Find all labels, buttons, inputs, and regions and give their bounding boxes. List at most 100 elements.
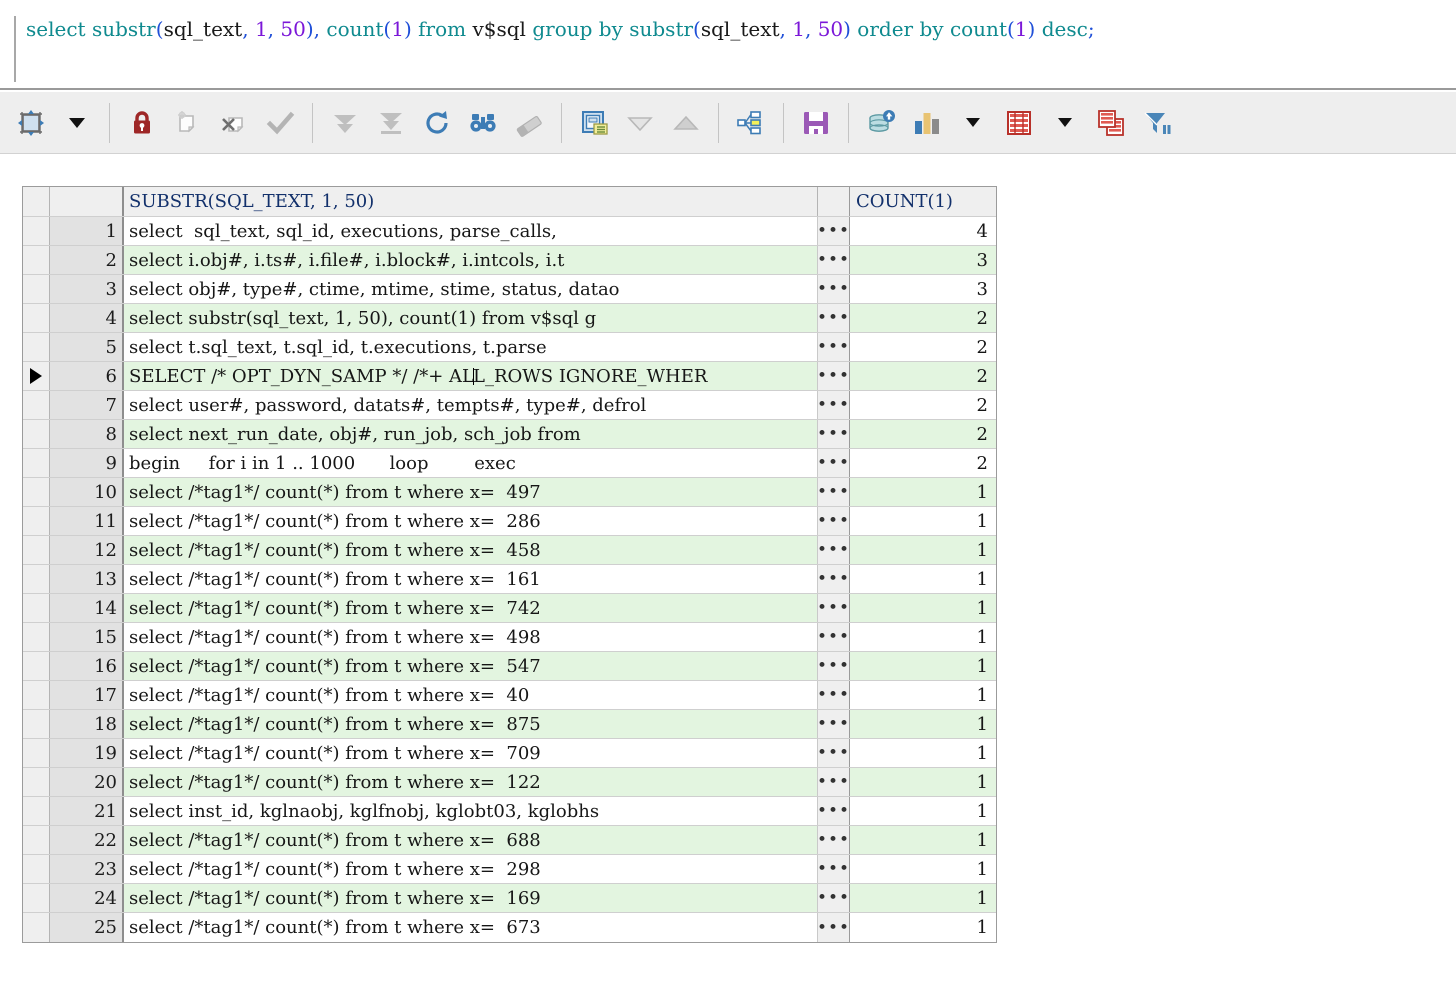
table-row[interactable]: 22 select /*tag1*/ count(*) from t where … [23,826,996,855]
row-marker-cell[interactable] [23,362,50,390]
grid-button[interactable] [996,100,1042,146]
fetch-next-page-button[interactable] [322,100,368,146]
cell-count[interactable]: 4 [850,217,996,245]
cell-count[interactable]: 1 [850,768,996,796]
row-marker-cell[interactable] [23,275,50,303]
cell-expand-ellipsis[interactable]: ••• [817,652,850,680]
row-number-cell[interactable]: 19 [50,739,124,767]
row-marker-cell[interactable] [23,246,50,274]
cell-sql-text[interactable]: select next_run_date, obj#, run_job, sch… [124,420,818,448]
row-number-cell[interactable]: 15 [50,623,124,651]
row-marker-cell[interactable] [23,391,50,419]
cell-sql-text[interactable]: SELECT /* OPT_DYN_SAMP */ /*+ AL L_ROWS I… [124,362,818,390]
cell-expand-ellipsis[interactable]: ••• [817,391,850,419]
row-number-cell[interactable]: 4 [50,304,124,332]
cell-sql-text[interactable]: select /*tag1*/ count(*) from t where x=… [124,565,818,593]
row-number-cell[interactable]: 16 [50,652,124,680]
cell-sql-text[interactable]: select obj#, type#, ctime, mtime, stime,… [124,275,818,303]
cell-expand-ellipsis[interactable]: ••• [817,217,850,245]
row-marker-cell[interactable] [23,565,50,593]
cell-expand-ellipsis[interactable]: ••• [817,565,850,593]
table-row[interactable]: 18 select /*tag1*/ count(*) from t where … [23,710,996,739]
table-row[interactable]: 2 select i.obj#, i.ts#, i.file#, i.block#… [23,246,996,275]
row-number-cell[interactable]: 25 [50,913,124,942]
table-row[interactable]: 8 select next_run_date, obj#, run_job, sc… [23,420,996,449]
cell-count[interactable]: 1 [850,565,996,593]
filter-button[interactable] [1134,100,1180,146]
row-number-cell[interactable]: 23 [50,855,124,883]
row-marker-cell[interactable] [23,739,50,767]
cell-count[interactable]: 1 [850,478,996,506]
cell-expand-ellipsis[interactable]: ••• [817,623,850,651]
row-marker-cell[interactable] [23,507,50,535]
cell-count[interactable]: 2 [850,304,996,332]
column-header-substr[interactable]: SUBSTR(SQL_TEXT, 1, 50) [124,187,818,216]
row-number-cell[interactable]: 7 [50,391,124,419]
cell-sql-text[interactable]: select /*tag1*/ count(*) from t where x=… [124,623,818,651]
cell-count[interactable]: 1 [850,681,996,709]
cell-count[interactable]: 1 [850,594,996,622]
cell-sql-text[interactable]: select inst_id, kglnaobj, kglfnobj, kglo… [124,797,818,825]
cell-expand-ellipsis[interactable]: ••• [817,304,850,332]
cell-sql-text[interactable]: select sql_text, sql_id, executions, par… [124,217,818,245]
cell-expand-ellipsis[interactable]: ••• [817,333,850,361]
table-row[interactable]: 23 select /*tag1*/ count(*) from t where … [23,855,996,884]
row-number-cell[interactable]: 10 [50,478,124,506]
sql-editor-pane[interactable]: select substr(sql_text, 1, 50), count(1)… [0,0,1456,90]
row-number-cell[interactable]: 24 [50,884,124,912]
chart-dropdown[interactable] [950,100,996,146]
cell-expand-ellipsis[interactable]: ••• [817,362,850,390]
row-number-cell[interactable]: 22 [50,826,124,854]
table-row[interactable]: 9 begin for i in 1 .. 1000 loop exec ••• 2 [23,449,996,478]
delete-record-button[interactable] [211,100,257,146]
table-row[interactable]: 19 select /*tag1*/ count(*) from t where … [23,739,996,768]
next-record-button[interactable] [617,100,663,146]
cell-sql-text[interactable]: select user#, password, datats#, tempts#… [124,391,818,419]
cell-expand-ellipsis[interactable]: ••• [817,797,850,825]
row-marker-cell[interactable] [23,797,50,825]
cell-expand-ellipsis[interactable]: ••• [817,536,850,564]
cell-sql-text[interactable]: select /*tag1*/ count(*) from t where x=… [124,536,818,564]
row-marker-cell[interactable] [23,217,50,245]
cell-sql-text[interactable]: select i.obj#, i.ts#, i.file#, i.block#,… [124,246,818,274]
row-number-cell[interactable]: 8 [50,420,124,448]
cell-expand-ellipsis[interactable]: ••• [817,594,850,622]
row-marker-cell[interactable] [23,768,50,796]
cell-expand-ellipsis[interactable]: ••• [817,768,850,796]
cell-count[interactable]: 2 [850,391,996,419]
row-number-cell[interactable]: 11 [50,507,124,535]
cell-expand-ellipsis[interactable]: ••• [817,913,850,942]
row-number-cell[interactable]: 1 [50,217,124,245]
cell-sql-text[interactable]: select /*tag1*/ count(*) from t where x=… [124,478,818,506]
row-marker-cell[interactable] [23,884,50,912]
cell-sql-text[interactable]: select /*tag1*/ count(*) from t where x=… [124,884,818,912]
cell-sql-text[interactable]: select /*tag1*/ count(*) from t where x=… [124,826,818,854]
cell-sql-text[interactable]: select /*tag1*/ count(*) from t where x=… [124,768,818,796]
row-number-cell[interactable]: 2 [50,246,124,274]
row-number-cell[interactable]: 13 [50,565,124,593]
results-grid[interactable]: SUBSTR(SQL_TEXT, 1, 50) COUNT(1) 1 select… [22,186,997,943]
lock-record-button[interactable] [119,100,165,146]
row-marker-cell[interactable] [23,536,50,564]
clear-button[interactable] [506,100,552,146]
row-number-cell[interactable]: 5 [50,333,124,361]
save-button[interactable] [793,100,839,146]
export-data-button[interactable] [858,100,904,146]
table-row[interactable]: 16 select /*tag1*/ count(*) from t where … [23,652,996,681]
cell-sql-text[interactable]: select /*tag1*/ count(*) from t where x=… [124,913,818,942]
row-marker-cell[interactable] [23,710,50,738]
row-number-cell[interactable]: 3 [50,275,124,303]
cell-expand-ellipsis[interactable]: ••• [817,507,850,535]
cell-count[interactable]: 3 [850,246,996,274]
cell-count[interactable]: 2 [850,362,996,390]
cell-sql-text[interactable]: select /*tag1*/ count(*) from t where x=… [124,507,818,535]
cell-count[interactable]: 1 [850,913,996,942]
cell-count[interactable]: 1 [850,739,996,767]
cell-expand-ellipsis[interactable]: ••• [817,739,850,767]
row-number-cell[interactable]: 9 [50,449,124,477]
row-marker-cell[interactable] [23,681,50,709]
cell-expand-ellipsis[interactable]: ••• [817,420,850,448]
row-marker-cell[interactable] [23,623,50,651]
row-number-cell[interactable]: 21 [50,797,124,825]
row-number-cell[interactable]: 18 [50,710,124,738]
